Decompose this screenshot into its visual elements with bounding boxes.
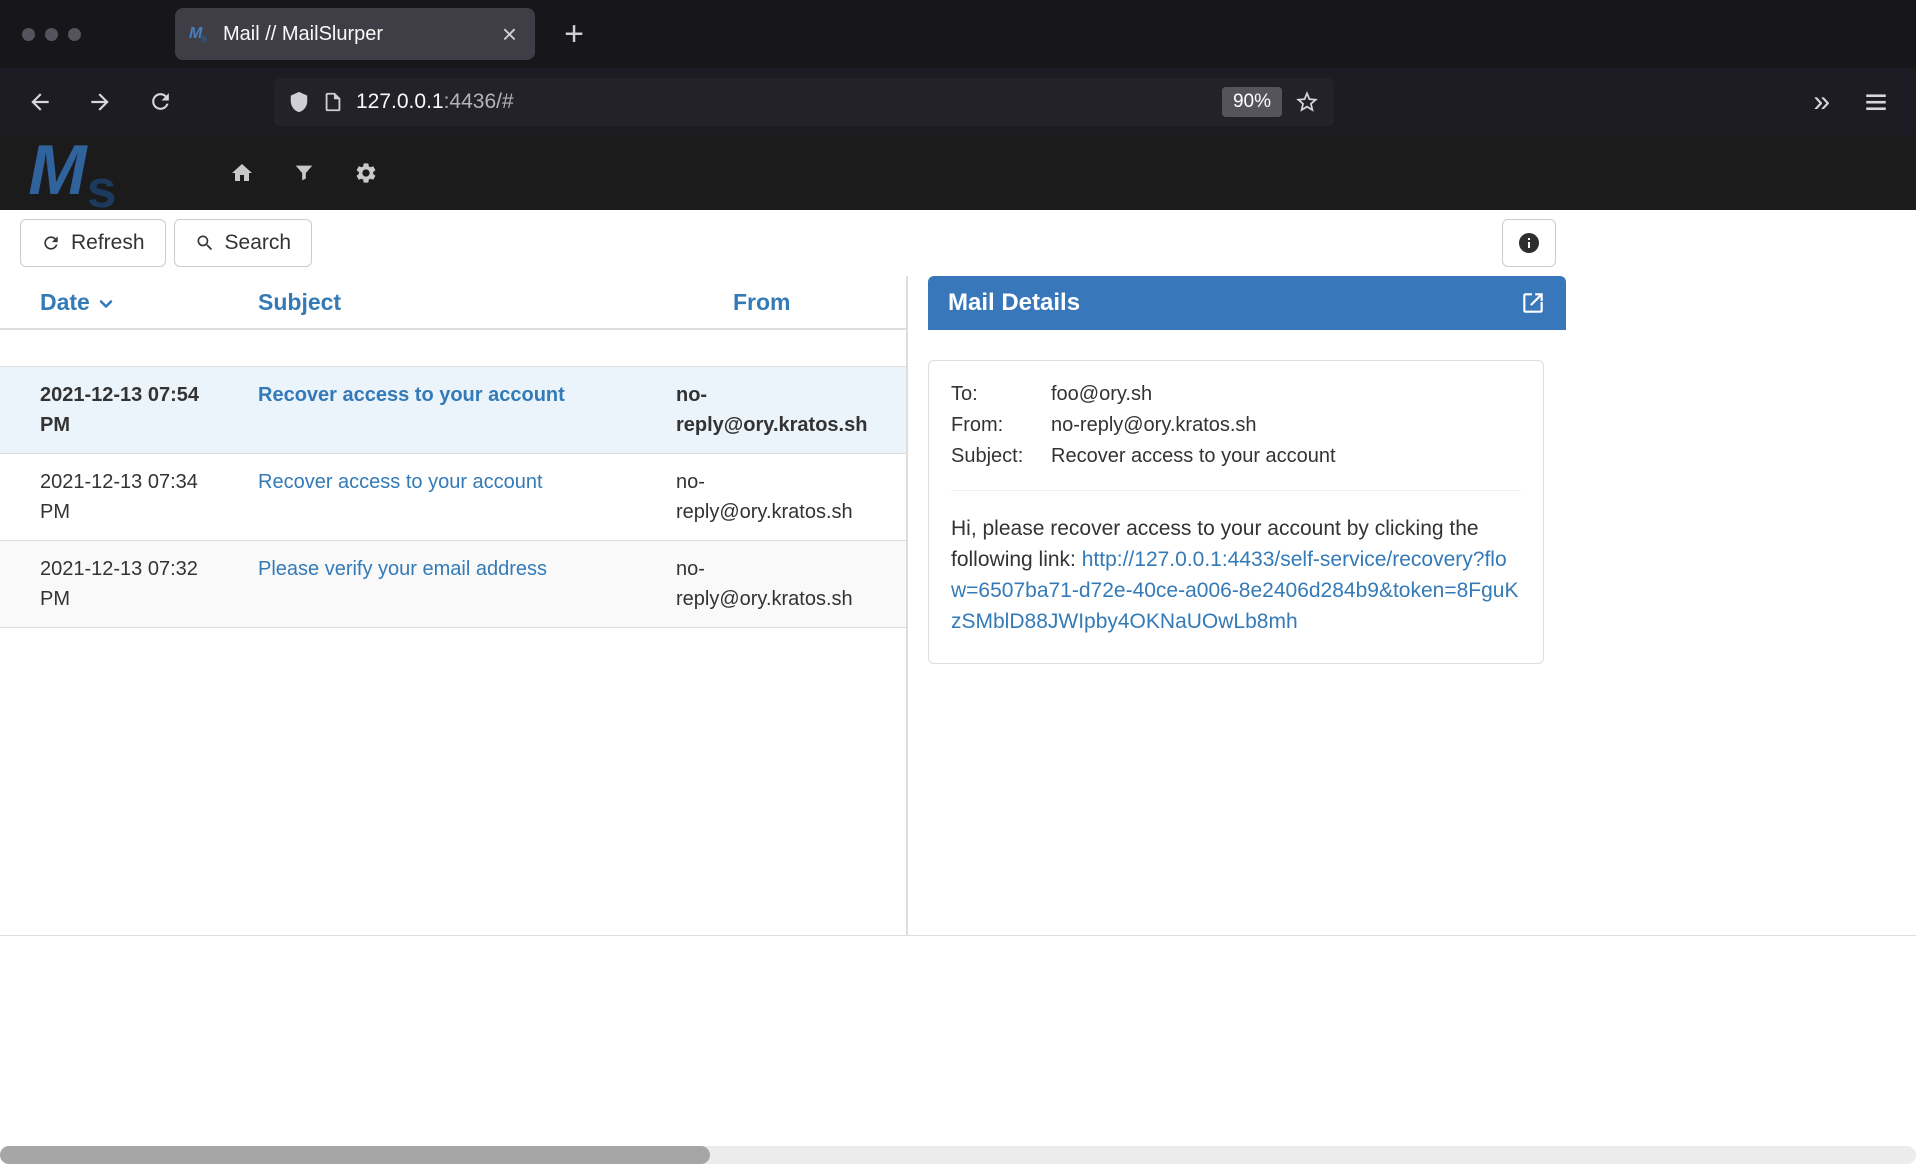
mail-date: 2021-12-13 07:32 PM (0, 554, 218, 614)
url-suffix: :4436/# (444, 90, 514, 113)
page-info-icon[interactable] (322, 91, 344, 113)
overflow-chevrons-icon[interactable]: » (1807, 85, 1836, 119)
search-icon (195, 233, 215, 253)
mail-subject-link[interactable]: Recover access to your account (258, 384, 565, 406)
mail-list-header: Date Subject From (0, 276, 906, 330)
mail-from: no-reply@ory.kratos.sh (638, 554, 906, 614)
svg-text:M: M (28, 137, 88, 209)
column-header-subject[interactable]: Subject (218, 289, 638, 316)
arrow-right-icon (87, 89, 113, 115)
window-control-dot[interactable] (22, 28, 35, 41)
field-subject: Subject: Recover access to your account (951, 441, 1521, 472)
tab-close-icon[interactable]: × (498, 19, 521, 49)
mail-row[interactable]: 2021-12-13 07:32 PM Please verify your e… (0, 541, 906, 628)
sort-desc-icon (96, 294, 116, 314)
hamburger-icon (1863, 89, 1889, 115)
horizontal-scrollbar-thumb[interactable] (0, 1146, 710, 1164)
mail-row[interactable]: 2021-12-13 07:34 PM Recover access to yo… (0, 454, 906, 541)
forward-button[interactable] (76, 78, 124, 126)
app-content: Refresh Search Date Subject From 2021-12… (0, 210, 1576, 935)
svg-text:s: s (87, 160, 117, 209)
search-label: Search (225, 231, 292, 255)
new-tab-button[interactable]: + (552, 12, 596, 56)
address-bar[interactable]: 127.0.0.1:4436/# 90% (274, 78, 1334, 126)
to-label: To: (951, 379, 1051, 410)
mail-date: 2021-12-13 07:34 PM (0, 467, 218, 527)
from-value: no-reply@ory.kratos.sh (1051, 410, 1521, 441)
home-icon (230, 161, 254, 185)
refresh-icon (41, 233, 61, 253)
subject-value: Recover access to your account (1051, 441, 1521, 472)
shield-icon[interactable] (288, 91, 310, 113)
refresh-button[interactable]: Refresh (20, 219, 166, 267)
browser-tab-bar: M s Mail // MailSlurper × + (0, 0, 1916, 68)
mail-from: no-reply@ory.kratos.sh (638, 380, 906, 440)
mailslurper-logo[interactable]: M s (22, 137, 187, 209)
browser-navbar: 127.0.0.1:4436/# 90% » (0, 68, 1916, 135)
app-nav-icons (219, 150, 389, 196)
menu-button[interactable] (1852, 78, 1900, 126)
mail-split-view: Date Subject From 2021-12-13 07:54 PM Re… (0, 276, 1576, 935)
navbar-right-controls: » (1807, 78, 1900, 126)
back-button[interactable] (16, 78, 64, 126)
gear-icon (354, 161, 378, 185)
url-text[interactable]: 127.0.0.1:4436/# (356, 90, 1210, 114)
refresh-label: Refresh (71, 231, 145, 255)
field-from: From: no-reply@ory.kratos.sh (951, 410, 1521, 441)
tab-title: Mail // MailSlurper (223, 23, 498, 46)
home-nav-button[interactable] (219, 150, 265, 196)
to-value: foo@ory.sh (1051, 379, 1521, 410)
arrow-left-icon (27, 89, 53, 115)
settings-nav-button[interactable] (343, 150, 389, 196)
info-button[interactable] (1502, 219, 1556, 267)
column-header-from[interactable]: From (638, 289, 906, 316)
bookmark-star-icon[interactable] (1294, 89, 1320, 115)
mail-details-panel: Mail Details To: foo@ory.sh From: no-rep… (928, 276, 1566, 935)
filter-nav-button[interactable] (281, 150, 327, 196)
window-controls (22, 28, 81, 41)
mailslurper-favicon: M s (189, 24, 213, 44)
browser-tab[interactable]: M s Mail // MailSlurper × (175, 8, 535, 60)
mail-subject-link[interactable]: Recover access to your account (258, 471, 543, 493)
field-to: To: foo@ory.sh (951, 379, 1521, 410)
mail-details-title: Mail Details (948, 289, 1520, 317)
window-control-dot[interactable] (68, 28, 81, 41)
reload-button[interactable] (136, 78, 184, 126)
filter-icon (293, 162, 315, 184)
zoom-indicator[interactable]: 90% (1222, 87, 1282, 117)
from-label: From: (951, 410, 1051, 441)
svg-text:s: s (201, 33, 207, 44)
mail-body: Hi, please recover access to your accoun… (951, 513, 1521, 637)
horizontal-scrollbar[interactable] (0, 1146, 1916, 1164)
mail-list-panel: Date Subject From 2021-12-13 07:54 PM Re… (0, 276, 908, 935)
info-icon (1517, 231, 1541, 255)
toolbar: Refresh Search (0, 210, 1576, 276)
mail-details-header: Mail Details (928, 276, 1566, 330)
mail-subject-link[interactable]: Please verify your email address (258, 558, 547, 580)
open-external-icon[interactable] (1520, 290, 1546, 316)
mail-list: 2021-12-13 07:54 PM Recover access to yo… (0, 366, 906, 628)
mail-row[interactable]: 2021-12-13 07:54 PM Recover access to yo… (0, 366, 906, 454)
url-host: 127.0.0.1 (356, 90, 444, 113)
column-header-date[interactable]: Date (0, 289, 218, 316)
subject-label: Subject: (951, 441, 1051, 472)
app-header: M s (0, 135, 1916, 210)
window-control-dot[interactable] (45, 28, 58, 41)
details-divider (951, 490, 1521, 491)
mail-from: no-reply@ory.kratos.sh (638, 467, 906, 527)
content-bottom-divider (0, 935, 1916, 936)
reload-icon (148, 89, 173, 114)
mail-details-card: To: foo@ory.sh From: no-reply@ory.kratos… (928, 360, 1544, 664)
search-button[interactable]: Search (174, 219, 313, 267)
mail-date: 2021-12-13 07:54 PM (0, 380, 218, 440)
